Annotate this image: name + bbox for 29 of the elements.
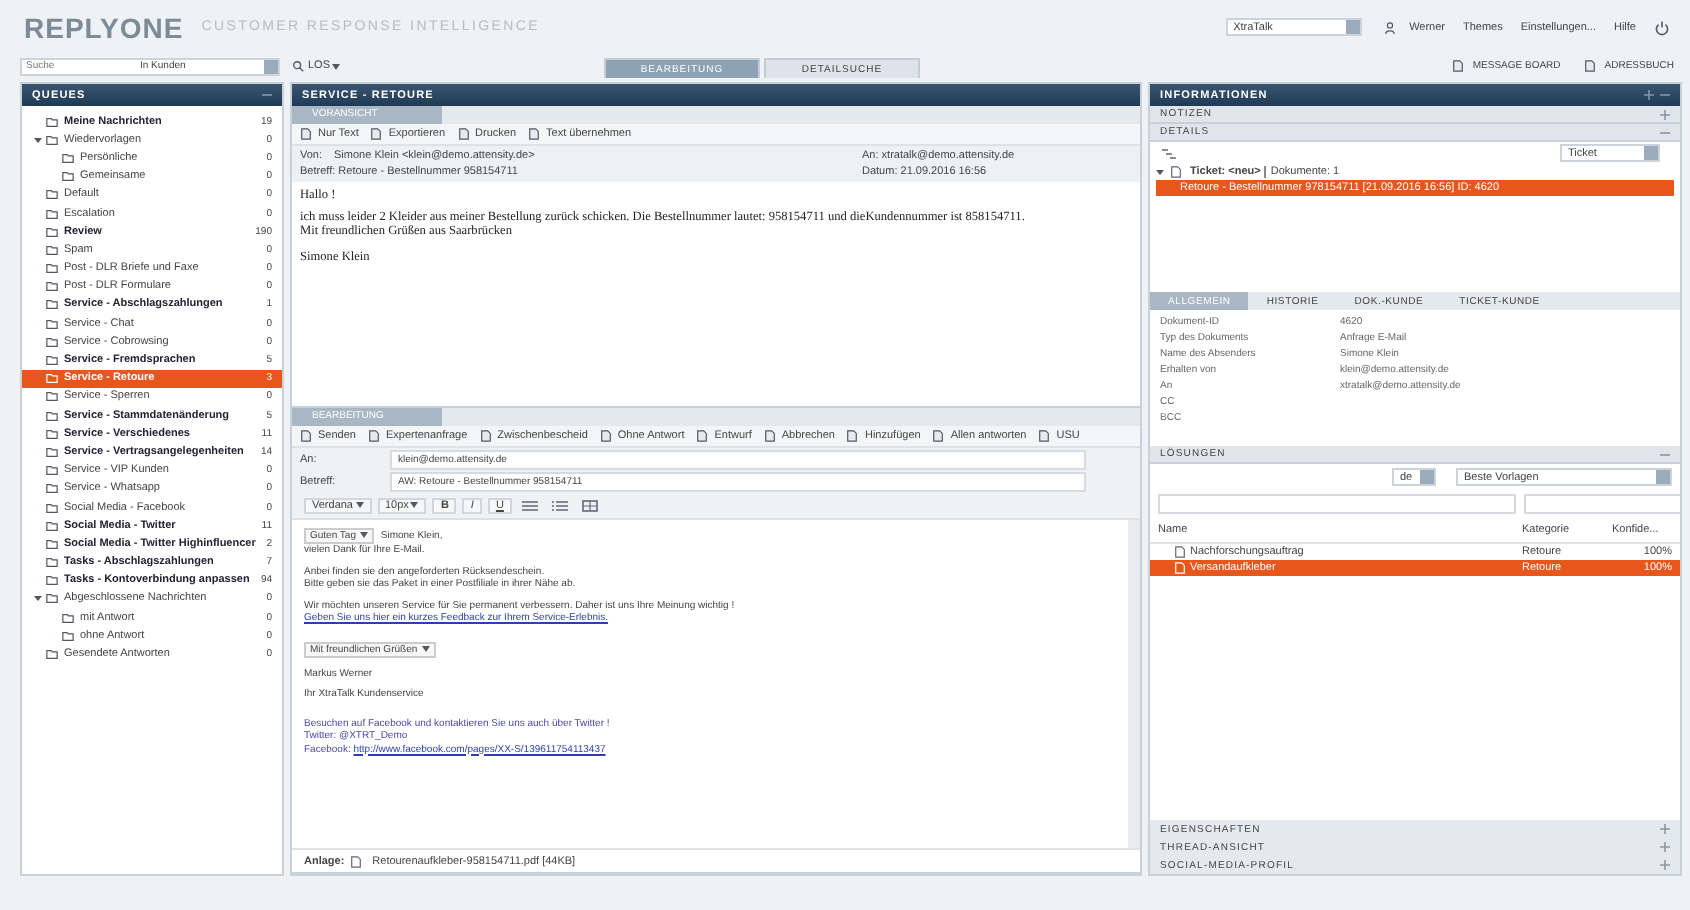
filter-field[interactable] xyxy=(1158,494,1516,514)
logo: REPLYONE xyxy=(24,11,184,43)
caret-icon[interactable] xyxy=(1156,168,1164,176)
plus-icon[interactable] xyxy=(1660,860,1670,870)
document-icon xyxy=(1452,60,1465,72)
caret-icon[interactable] xyxy=(332,63,341,69)
caret-icon[interactable] xyxy=(422,646,431,652)
search-icon xyxy=(292,60,304,72)
caret-icon[interactable] xyxy=(34,594,42,603)
power-icon[interactable] xyxy=(1654,19,1670,35)
caret-icon[interactable] xyxy=(355,502,363,508)
minus-icon[interactable] xyxy=(1660,449,1670,459)
plus-icon[interactable] xyxy=(1660,842,1670,852)
table-icon[interactable] xyxy=(581,499,598,511)
caret-icon[interactable] xyxy=(410,502,419,508)
plus-icon[interactable] xyxy=(1660,109,1670,119)
minus-icon[interactable] xyxy=(262,90,272,100)
plus-icon[interactable] xyxy=(1644,90,1654,100)
caret-icon[interactable] xyxy=(360,531,369,537)
minus-icon[interactable] xyxy=(1660,90,1670,100)
tree-icon[interactable] xyxy=(1162,147,1178,159)
list-icon[interactable] xyxy=(521,499,538,511)
minus-icon[interactable] xyxy=(1660,127,1670,137)
person-icon xyxy=(1383,21,1396,33)
file-icon xyxy=(350,855,363,867)
plus-icon[interactable] xyxy=(1660,824,1670,834)
document-icon xyxy=(1584,60,1597,72)
list-icon[interactable] xyxy=(551,499,568,511)
caret-icon[interactable] xyxy=(34,135,42,144)
